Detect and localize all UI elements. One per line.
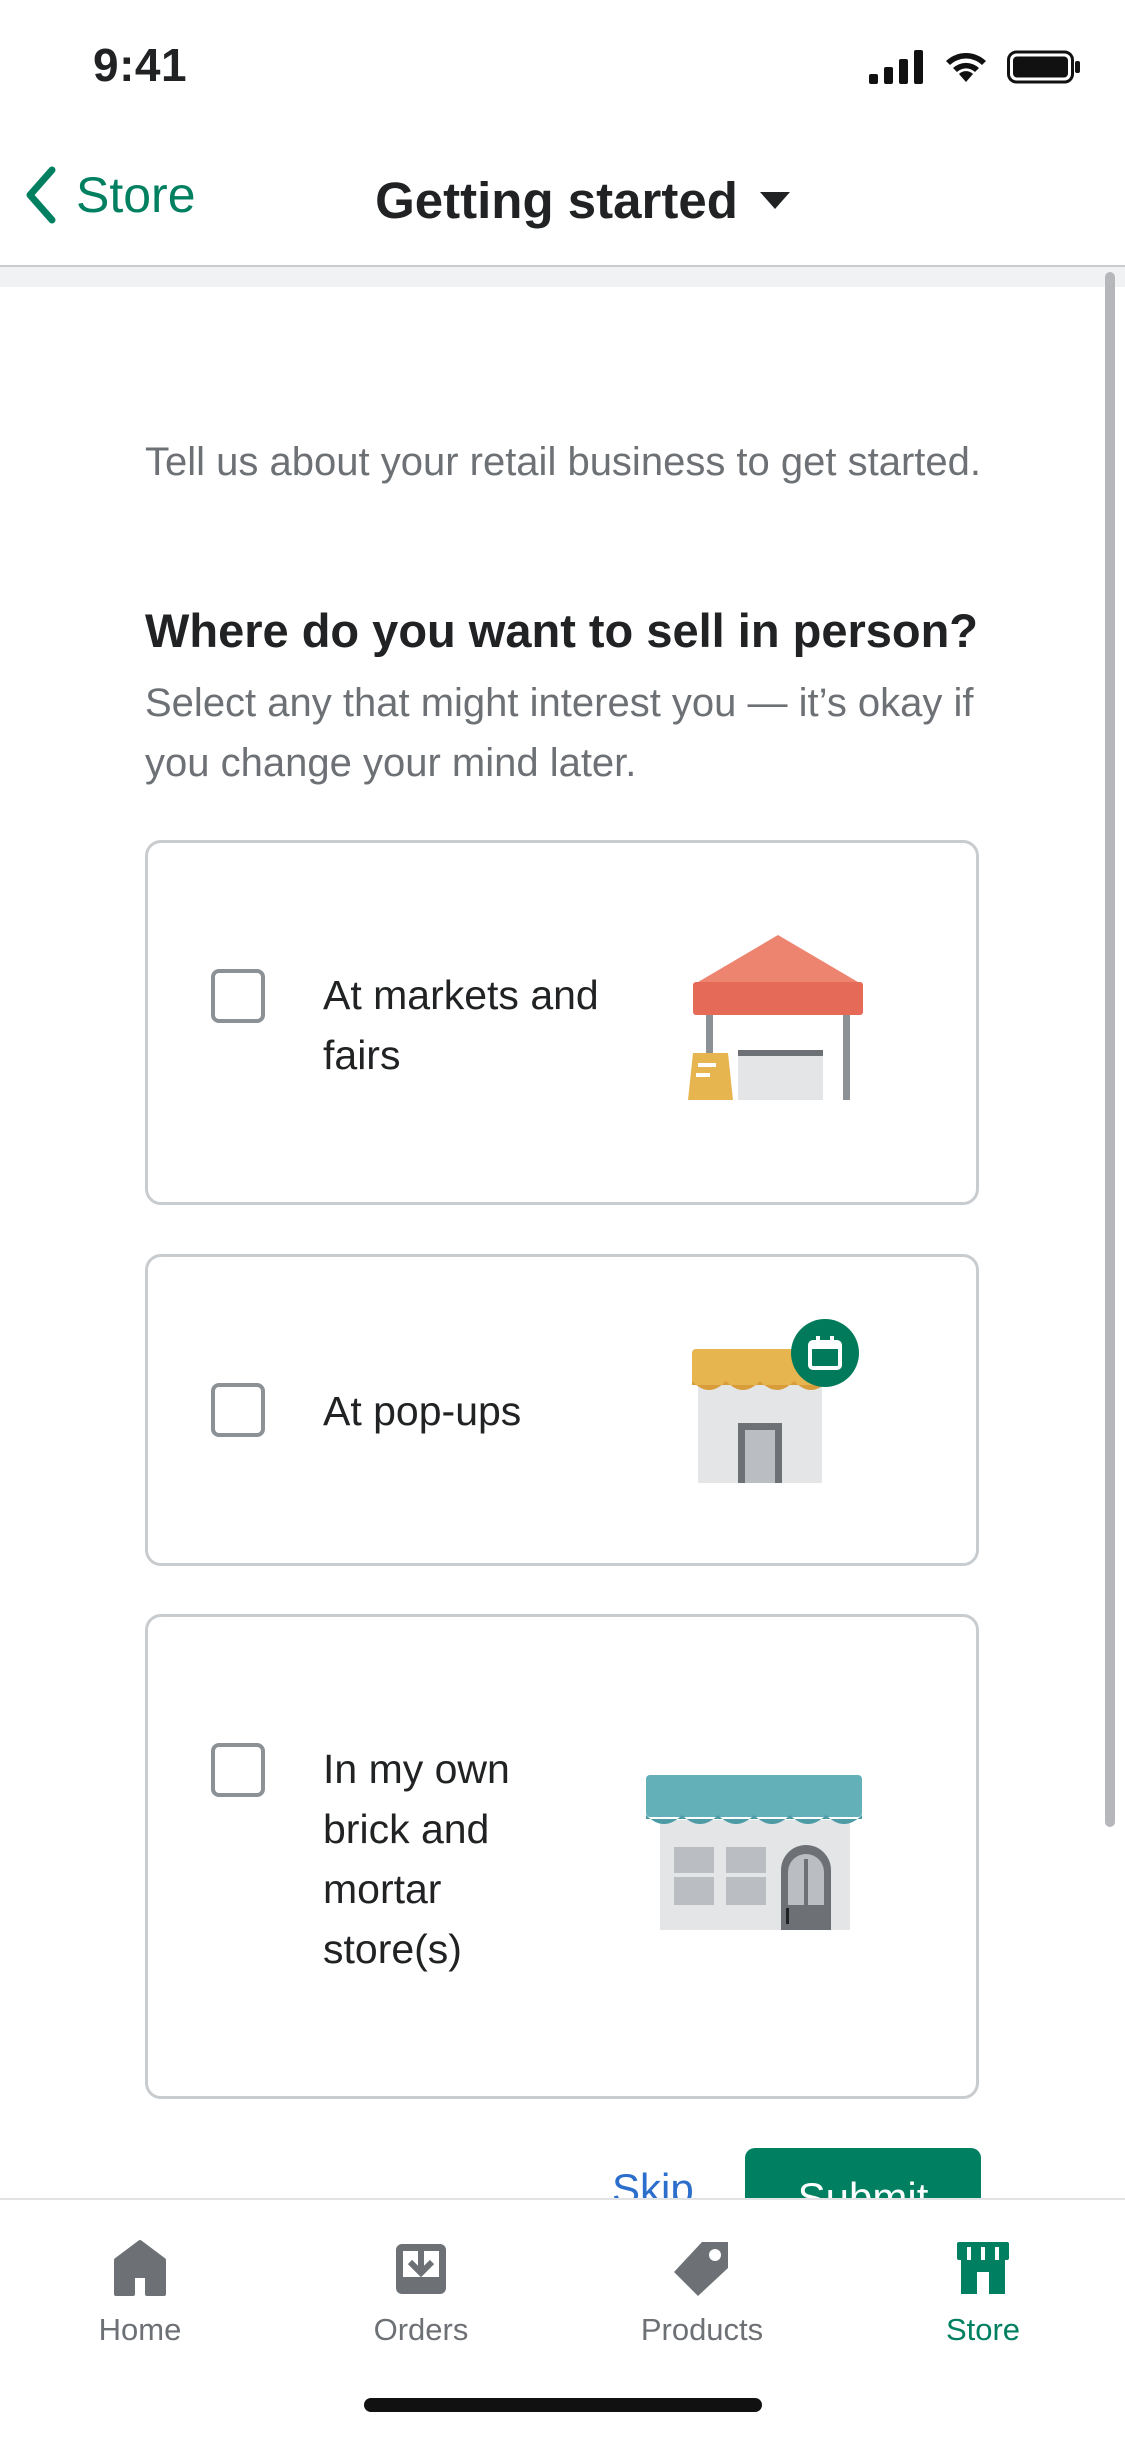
scrollbar[interactable]: [1105, 272, 1115, 1827]
store-icon: [957, 2242, 1009, 2294]
popup-shop-icon: [692, 1319, 859, 1483]
market-tent-icon: [688, 935, 863, 1100]
caret-down-icon: [759, 191, 790, 209]
tab-home-label: Home: [98, 2312, 182, 2347]
question-heading: Where do you want to sell in person?: [145, 604, 979, 657]
tab-orders[interactable]: Orders: [321, 2238, 521, 2348]
page-title-dropdown[interactable]: Getting started: [0, 171, 1125, 230]
helper-text: Select any that might interest you — it’…: [145, 681, 974, 785]
tab-products-label: Products: [640, 2312, 764, 2347]
option-label-brick-and-mortar: In my own brick and mortar store(s): [323, 1746, 510, 1972]
status-icons: [869, 50, 1081, 84]
option-card-markets[interactable]: At markets and fairs: [145, 840, 979, 1205]
wifi-icon: [946, 53, 986, 82]
tab-home[interactable]: Home: [40, 2238, 240, 2348]
checkbox-brick-and-mortar[interactable]: [211, 1743, 265, 1797]
status-bar: 9:41: [0, 0, 1125, 135]
option-card-popups[interactable]: At pop-ups: [145, 1254, 979, 1566]
page-title: Getting started: [375, 172, 738, 229]
intro-text: Tell us about your retail business to ge…: [145, 440, 982, 484]
tab-orders-label: Orders: [373, 2312, 469, 2347]
home-icon: [114, 2240, 166, 2296]
option-label-markets: At markets and fairs: [323, 972, 599, 1078]
tab-store-label: Store: [945, 2312, 1021, 2347]
option-card-brick-and-mortar[interactable]: In my own brick and mortar store(s): [145, 1614, 979, 2099]
option-label-popups: At pop-ups: [323, 1388, 522, 1434]
checkbox-markets[interactable]: [211, 969, 265, 1023]
signal-icon: [869, 50, 923, 84]
navigation-header: Store Getting started: [0, 135, 1125, 267]
home-indicator: [364, 2398, 762, 2412]
storefront-icon: [646, 1775, 862, 1930]
header-shadow: [0, 267, 1125, 287]
tab-store[interactable]: Store: [883, 2238, 1083, 2348]
orders-icon: [396, 2244, 446, 2294]
battery-icon: [1007, 50, 1080, 84]
tab-products[interactable]: Products: [602, 2238, 802, 2348]
checkbox-popups[interactable]: [211, 1383, 265, 1437]
tag-icon: [674, 2242, 728, 2296]
status-time: 9:41: [93, 39, 188, 91]
